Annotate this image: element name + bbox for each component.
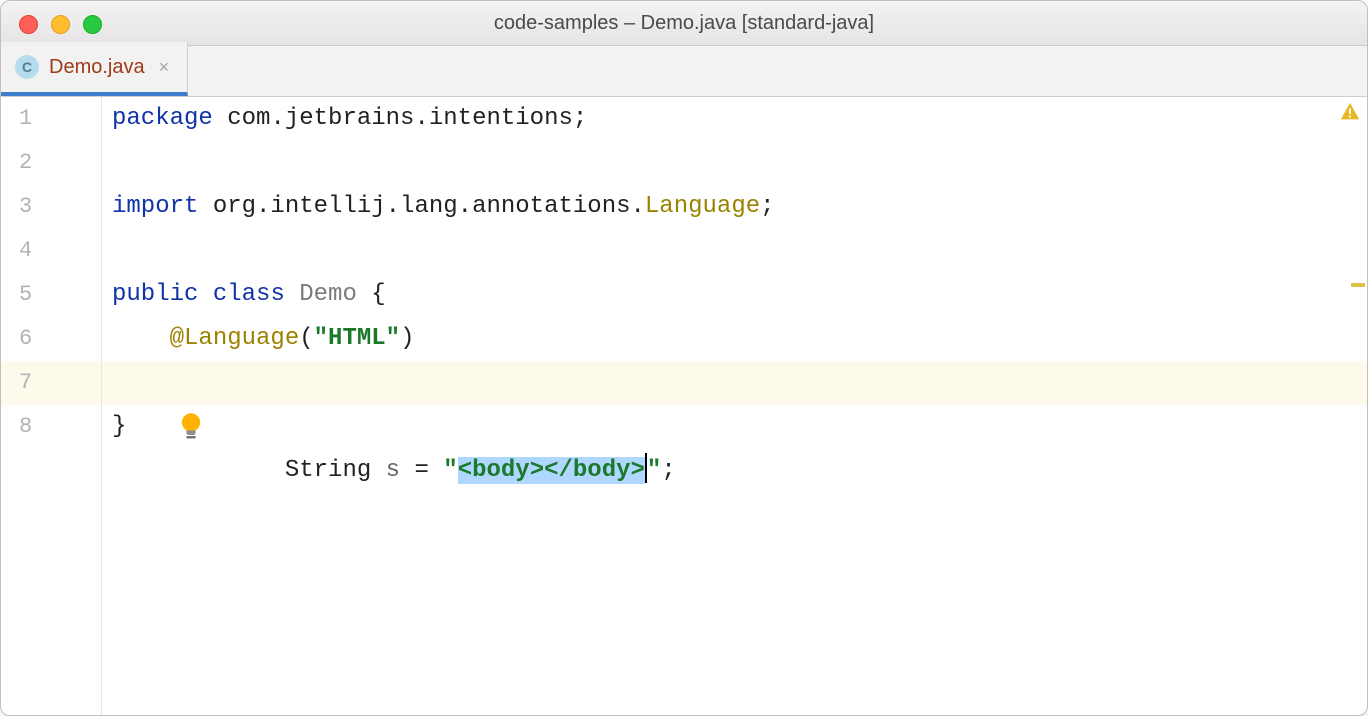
class-file-icon: C bbox=[15, 55, 39, 79]
semicolon: ; bbox=[573, 105, 587, 132]
annotation: @Language bbox=[170, 325, 300, 352]
line-number: 4 bbox=[1, 229, 101, 273]
class-name: Demo bbox=[299, 281, 357, 308]
code-line[interactable]: public class Demo { bbox=[102, 273, 1367, 317]
line-number: 3 bbox=[1, 185, 101, 229]
code-line[interactable] bbox=[102, 141, 1367, 185]
close-window-button[interactable] bbox=[19, 15, 38, 34]
package-path: com.jetbrains.intentions bbox=[213, 105, 573, 132]
import-class: Language bbox=[645, 193, 760, 220]
variable-name: s bbox=[386, 457, 400, 484]
traffic-lights bbox=[19, 15, 102, 34]
keyword-class: class bbox=[213, 281, 285, 308]
app-window: code-samples – Demo.java [standard-java]… bbox=[0, 0, 1368, 716]
line-number: 5 bbox=[1, 273, 101, 317]
brace-open: { bbox=[357, 281, 386, 308]
editor-tab-label: Demo.java bbox=[49, 56, 145, 79]
line-number: 1 bbox=[1, 97, 101, 141]
line-number: 2 bbox=[1, 141, 101, 185]
brace-close: } bbox=[112, 413, 126, 440]
close-tab-icon[interactable]: × bbox=[159, 57, 170, 78]
selected-text: <body></body> bbox=[458, 457, 645, 484]
editor-tab-demo-java[interactable]: C Demo.java × bbox=[1, 42, 188, 96]
code-editor[interactable]: package com.jetbrains.intentions; import… bbox=[102, 97, 1367, 715]
keyword-import: import bbox=[112, 193, 198, 220]
string-literal: "HTML" bbox=[314, 325, 400, 352]
keyword-package: package bbox=[112, 105, 213, 132]
code-line-current[interactable]: String s = "<body></body>"; bbox=[102, 361, 1367, 405]
code-line[interactable] bbox=[102, 229, 1367, 273]
editor-area: 1 2 3 4 5 6 7 8 package com.jetbrains.in… bbox=[1, 97, 1367, 715]
semicolon: ; bbox=[760, 193, 774, 220]
editor-tabbar: C Demo.java × bbox=[1, 46, 1367, 97]
line-number-gutter: 1 2 3 4 5 6 7 8 bbox=[1, 97, 102, 715]
import-path: org.intellij.lang.annotations. bbox=[198, 193, 644, 220]
keyword-public: public bbox=[112, 281, 198, 308]
minimize-window-button[interactable] bbox=[51, 15, 70, 34]
zoom-window-button[interactable] bbox=[83, 15, 102, 34]
code-line[interactable]: import org.intellij.lang.annotations.Lan… bbox=[102, 185, 1367, 229]
code-line[interactable]: } bbox=[102, 405, 1367, 449]
code-line[interactable]: @Language("HTML") bbox=[102, 317, 1367, 361]
intention-bulb-icon[interactable] bbox=[32, 367, 62, 399]
type-string: String bbox=[285, 457, 386, 484]
code-line[interactable]: package com.jetbrains.intentions; bbox=[102, 97, 1367, 141]
text-cursor bbox=[645, 453, 647, 483]
titlebar: code-samples – Demo.java [standard-java] bbox=[1, 1, 1367, 46]
window-title: code-samples – Demo.java [standard-java] bbox=[494, 12, 874, 35]
line-number: 6 bbox=[1, 317, 101, 361]
